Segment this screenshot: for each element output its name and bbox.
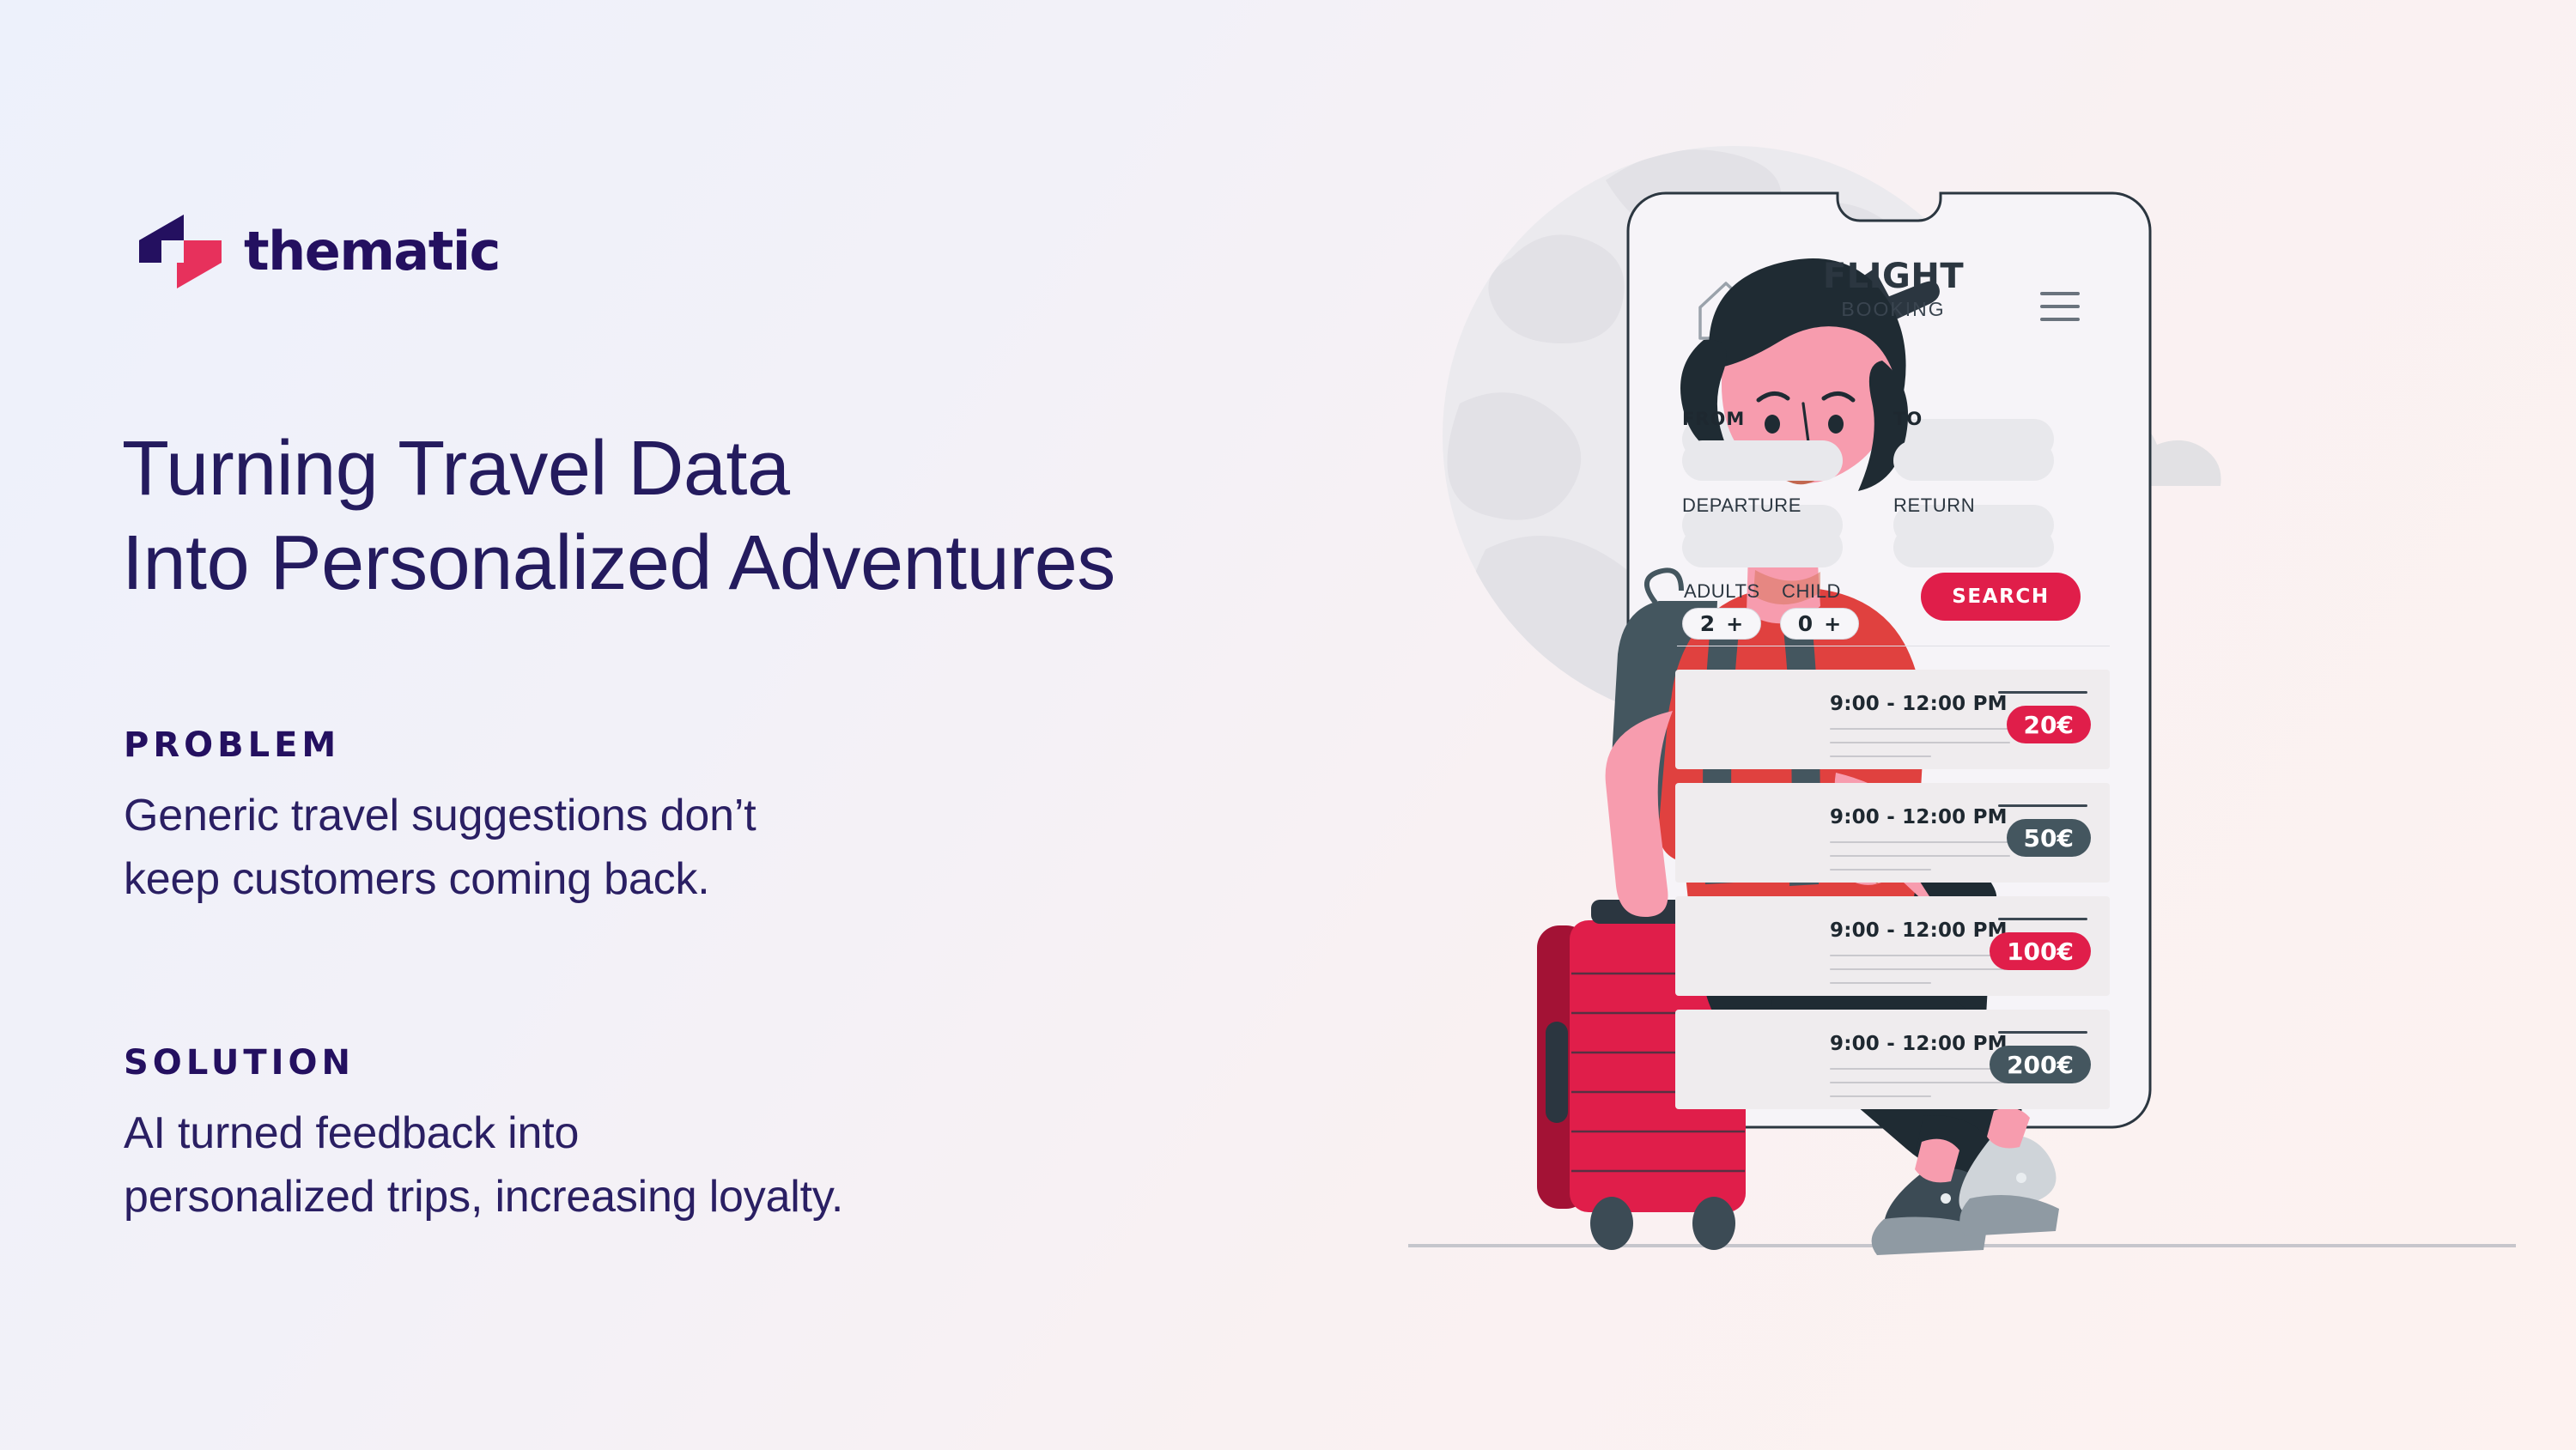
flight-time: 9:00 - 12:00 PM xyxy=(1830,1033,2008,1055)
slide-canvas: thematic Turning Travel Data Into Person… xyxy=(0,0,2576,1450)
solution-body: AI turned feedback into personalized tri… xyxy=(124,1108,844,1222)
to-field[interactable]: TO xyxy=(1893,410,2054,481)
adults-label: ADULTS xyxy=(1684,580,1760,602)
problem-block: PROBLEM Generic travel suggestions don’t… xyxy=(124,725,756,912)
price-badge[interactable]: 50€ xyxy=(2006,819,2091,857)
placeholder-line xyxy=(1830,955,2010,956)
price-badge[interactable]: 200€ xyxy=(1990,1046,2091,1083)
problem-body: Generic travel suggestions don’t keep cu… xyxy=(124,791,756,905)
placeholder-line xyxy=(1830,869,1931,871)
placeholder-line xyxy=(1830,982,1931,984)
row-top-rule xyxy=(1998,804,2087,807)
price-badge[interactable]: 20€ xyxy=(2006,706,2091,743)
from-input[interactable] xyxy=(1682,440,1843,481)
price-badge[interactable]: 100€ xyxy=(1990,932,2091,970)
from-field[interactable]: FROM xyxy=(1682,410,1843,481)
app-title: FLIGHT xyxy=(1822,257,1965,296)
flight-result-row[interactable]: 9:00 - 12:00 PM 50€ xyxy=(1675,783,2110,883)
from-label: FROM xyxy=(1682,409,1746,429)
placeholder-line xyxy=(1830,755,1931,757)
solution-block: SOLUTION AI turned feedback into persona… xyxy=(124,1043,843,1229)
flight-booking-app: FLIGHT BOOKING FROM TO DEPARTURE RETURN … xyxy=(1670,197,2117,1133)
departure-field[interactable]: DEPARTURE xyxy=(1682,496,1843,567)
flight-time: 9:00 - 12:00 PM xyxy=(1830,693,2008,715)
problem-kicker: PROBLEM xyxy=(124,725,341,765)
row-top-rule xyxy=(1998,918,2087,920)
flight-result-row[interactable]: 9:00 - 12:00 PM 100€ xyxy=(1675,896,2110,996)
child-stepper[interactable]: 0 + xyxy=(1780,608,1859,640)
to-label: TO xyxy=(1893,409,1923,429)
app-subtitle: BOOKING xyxy=(1841,298,1946,320)
placeholder-line xyxy=(1830,1095,1931,1097)
return-label: RETURN xyxy=(1893,494,1976,516)
flight-time: 9:00 - 12:00 PM xyxy=(1830,919,2008,942)
departure-label: DEPARTURE xyxy=(1682,494,1802,516)
flight-result-row[interactable]: 9:00 - 12:00 PM 20€ xyxy=(1675,670,2110,769)
flight-time: 9:00 - 12:00 PM xyxy=(1830,806,2008,828)
travel-illustration: FLIGHT BOOKING FROM TO DEPARTURE RETURN … xyxy=(1408,0,2576,1450)
child-count: 0 xyxy=(1797,611,1814,636)
child-plus-icon[interactable]: + xyxy=(1824,612,1841,636)
row-top-rule xyxy=(1998,691,2087,694)
return-input[interactable] xyxy=(1893,527,2054,567)
flight-result-row[interactable]: 9:00 - 12:00 PM 200€ xyxy=(1675,1010,2110,1109)
departure-input[interactable] xyxy=(1682,527,1843,567)
solution-kicker: SOLUTION xyxy=(124,1043,355,1083)
child-label: CHILD xyxy=(1782,580,1842,602)
page-title: Turning Travel Data Into Personalized Ad… xyxy=(122,426,1115,607)
placeholder-line xyxy=(1830,742,2010,743)
left-content-column: thematic Turning Travel Data Into Person… xyxy=(122,0,1461,1450)
placeholder-line xyxy=(1830,841,2010,843)
adults-plus-icon[interactable]: + xyxy=(1726,612,1743,636)
adults-count: 2 xyxy=(1699,611,1716,636)
placeholder-line xyxy=(1830,968,2010,970)
to-input[interactable] xyxy=(1893,440,2054,481)
row-top-rule xyxy=(1998,1031,2087,1034)
placeholder-line xyxy=(1830,728,2010,730)
search-button[interactable]: SEARCH xyxy=(1921,573,2081,621)
placeholder-line xyxy=(1830,1082,2010,1083)
thematic-logo[interactable]: thematic xyxy=(139,215,501,288)
adults-stepper[interactable]: 2 + xyxy=(1682,608,1761,640)
thematic-logo-mark-icon xyxy=(139,215,222,288)
placeholder-line xyxy=(1830,1068,2010,1070)
thematic-wordmark: thematic xyxy=(244,220,501,282)
return-field[interactable]: RETURN xyxy=(1893,496,2054,567)
placeholder-line xyxy=(1830,855,2010,857)
